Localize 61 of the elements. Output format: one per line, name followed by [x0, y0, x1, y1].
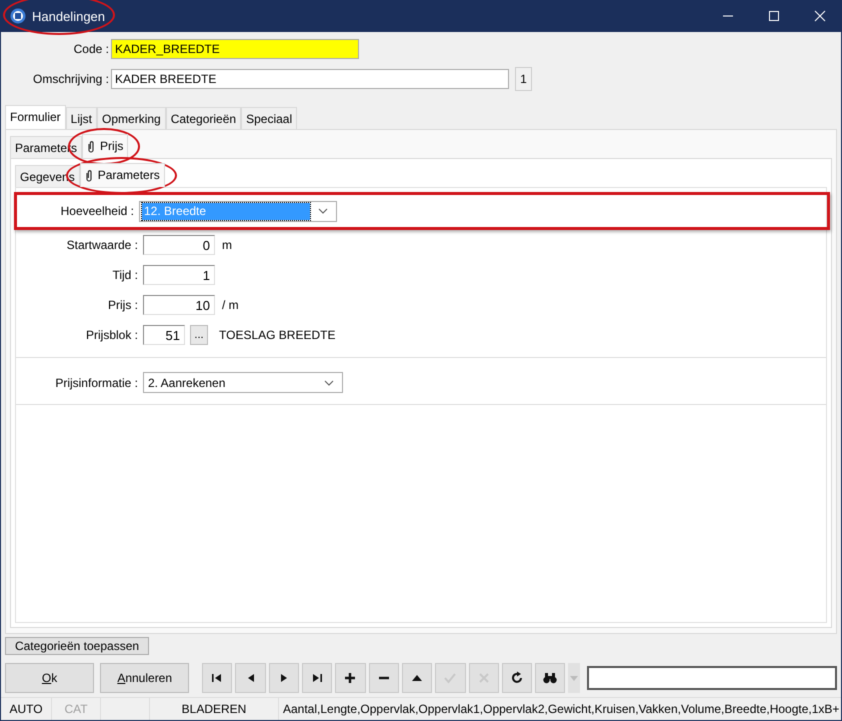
toolbar-last-button[interactable] [302, 663, 332, 693]
search-field[interactable] [587, 666, 837, 690]
price-block-name: TOESLAG BREEDTE [219, 328, 336, 342]
toolbar-remove-button[interactable] [368, 663, 399, 693]
description-field[interactable]: KADER BREEDTE [111, 69, 509, 89]
apply-categories-button[interactable]: Categorieën toepassen [5, 637, 149, 655]
status-text: Aantal,Lengte,Oppervlak,Oppervlak1,Oppervlak2,Gewicht,Kruisen,Vakken,Volume,Breedte,Hoogte,1xB+ [282, 701, 840, 718]
field-label: Omschrijving : [32, 72, 109, 86]
status-text: BLADEREN [150, 698, 279, 720]
tab[interactable]: Prijs [82, 134, 128, 158]
toolbar-find-button[interactable] [535, 663, 566, 693]
price-info-dropdown[interactable]: 2. Aanrekenen [143, 372, 343, 393]
tab[interactable]: Lijst [66, 107, 98, 129]
paperclip-icon [84, 168, 93, 182]
number-field[interactable]: 0 [143, 235, 215, 255]
cross-icon [476, 671, 491, 685]
field-label: Prijsblok : [84, 328, 138, 342]
paperclip-icon [87, 140, 96, 152]
toolbar-first-button[interactable] [202, 663, 232, 693]
field-label: Hoeveelheid : [60, 204, 134, 218]
field-label: Tijd : [111, 268, 138, 282]
chevron-icon [318, 208, 328, 214]
toolbar-add-button[interactable] [335, 663, 366, 693]
status-text: CAT [52, 698, 101, 720]
tab[interactable]: Speciaal [241, 107, 298, 129]
dropdown-value: 2. Aanrekenen [147, 374, 226, 391]
field-label: Code : [72, 42, 109, 56]
app-icon [10, 8, 26, 24]
checkmark-icon [443, 671, 458, 685]
skip-last-icon [310, 671, 324, 685]
tab[interactable]: Formulier [5, 105, 66, 129]
toolbar-refresh-button[interactable] [502, 663, 532, 693]
field-label: Prijsinformatie : [54, 376, 138, 390]
unit-label: m [222, 238, 232, 252]
window-title: Handelingen [32, 8, 106, 24]
tab[interactable]: Categorieën [166, 107, 242, 129]
field-label: Startwaarde : [66, 238, 138, 252]
toolbar-up-button[interactable] [402, 663, 432, 693]
dialog-button[interactable]: Annuleren [100, 663, 190, 693]
number-field[interactable]: 10 [143, 295, 215, 315]
status-text: AUTO [1, 698, 52, 720]
caret-icon [570, 676, 578, 680]
maximize-icon[interactable] [768, 10, 780, 22]
close-icon[interactable] [814, 10, 826, 22]
dropdown-value: 12. Breedte [142, 202, 310, 220]
unit-label: / m [222, 298, 239, 312]
chevron-icon [324, 380, 334, 386]
binoculars-icon [543, 671, 558, 685]
counter-box: 1 [515, 67, 532, 91]
refresh-icon [510, 671, 524, 685]
dialog-button[interactable]: Ok [5, 663, 94, 693]
field-label: Prijs : [107, 298, 138, 312]
number-field[interactable]: 51 [143, 325, 185, 345]
tab[interactable]: Parameters [80, 163, 165, 187]
toolbar-prev-button[interactable] [235, 663, 266, 693]
number-field[interactable]: 1 [143, 265, 215, 285]
tab[interactable]: Opmerking [97, 107, 166, 129]
toolbar-next-button[interactable] [268, 663, 300, 693]
code-field[interactable]: KADER_BREEDTE [111, 39, 359, 59]
plus-icon [343, 671, 358, 685]
lookup-button[interactable]: ... [190, 325, 208, 345]
